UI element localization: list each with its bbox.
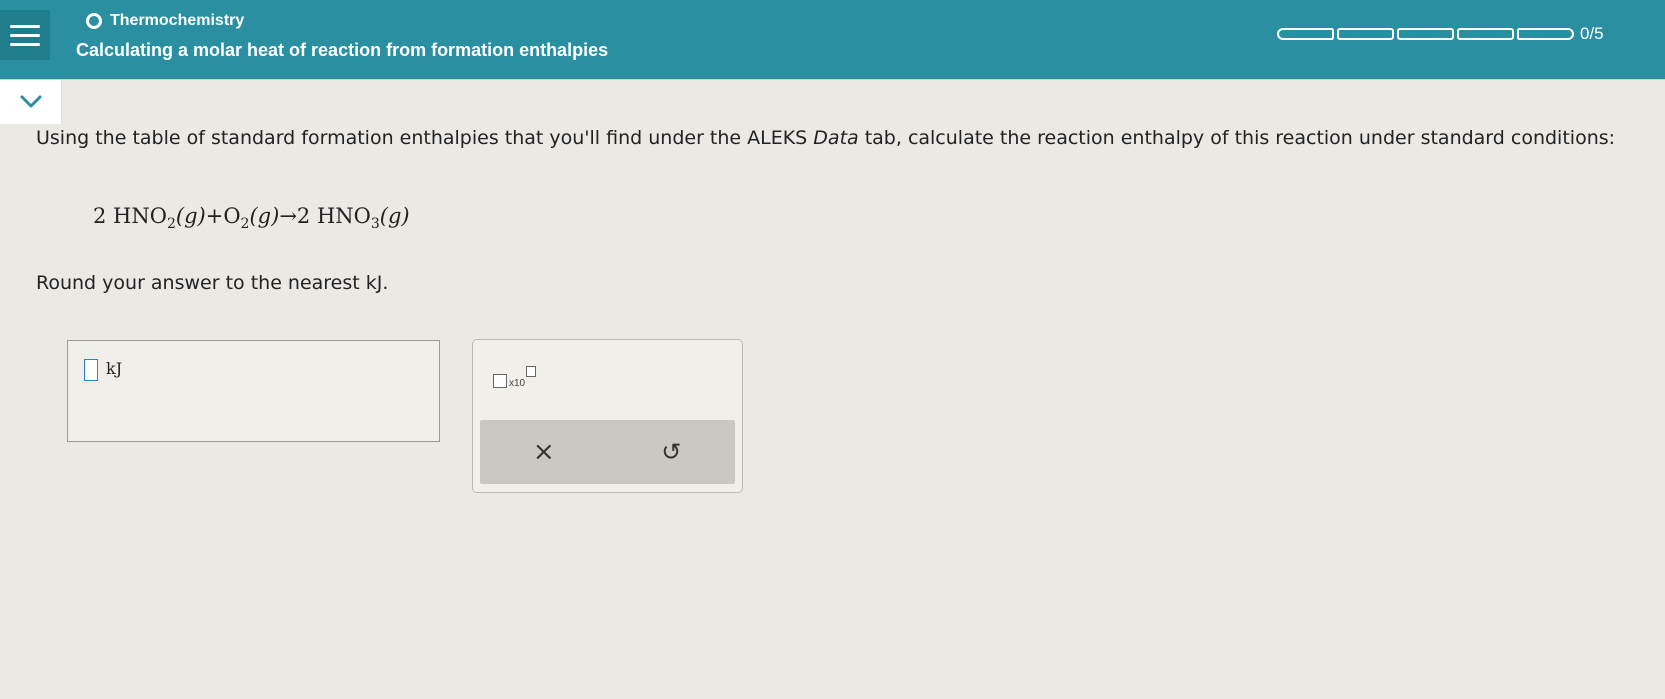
close-icon: × — [532, 437, 555, 467]
progress-segment — [1277, 28, 1334, 40]
undo-icon: ↺ — [661, 438, 682, 466]
progress-count: 0/5 — [1580, 24, 1604, 43]
question-text: Using the table of standard formation en… — [36, 127, 1616, 149]
clear-button[interactable]: × — [480, 420, 608, 484]
menu-button[interactable] — [0, 10, 50, 60]
header-bar: Thermochemistry Calculating a molar heat… — [0, 0, 1665, 80]
scientific-notation-button[interactable]: x10 — [493, 364, 553, 396]
collapse-toggle[interactable] — [0, 80, 62, 124]
reaction-arrow: → — [279, 204, 297, 228]
progress-segment — [1397, 28, 1454, 40]
chevron-down-icon — [20, 95, 41, 108]
topic-status-icon — [86, 13, 102, 29]
answer-area: kJ — [67, 340, 440, 442]
chemical-equation: 2 HNO2(g)+O2(g)→2 HNO3(g) — [93, 204, 410, 233]
progress-bar — [1277, 28, 1574, 40]
hamburger-icon — [10, 24, 40, 28]
progress-segment — [1337, 28, 1394, 40]
sci-x10-label: x10 — [509, 378, 526, 389]
rounding-instruction: Round your answer to the nearest kJ. — [36, 272, 389, 294]
undo-button[interactable]: ↺ — [608, 420, 736, 484]
tool-panel: x10 × ↺ — [472, 339, 743, 493]
answer-unit: kJ — [106, 359, 123, 378]
topic-breadcrumb[interactable]: Thermochemistry — [86, 12, 244, 30]
sci-exponent-box — [526, 366, 536, 377]
topic-label: Thermochemistry — [110, 12, 245, 29]
answer-input[interactable] — [84, 359, 98, 381]
progress-segment — [1457, 28, 1514, 40]
progress-segment — [1517, 28, 1574, 40]
page-title: Calculating a molar heat of reaction fro… — [76, 40, 609, 60]
sci-base-box — [493, 374, 507, 388]
action-bar: × ↺ — [480, 420, 735, 484]
